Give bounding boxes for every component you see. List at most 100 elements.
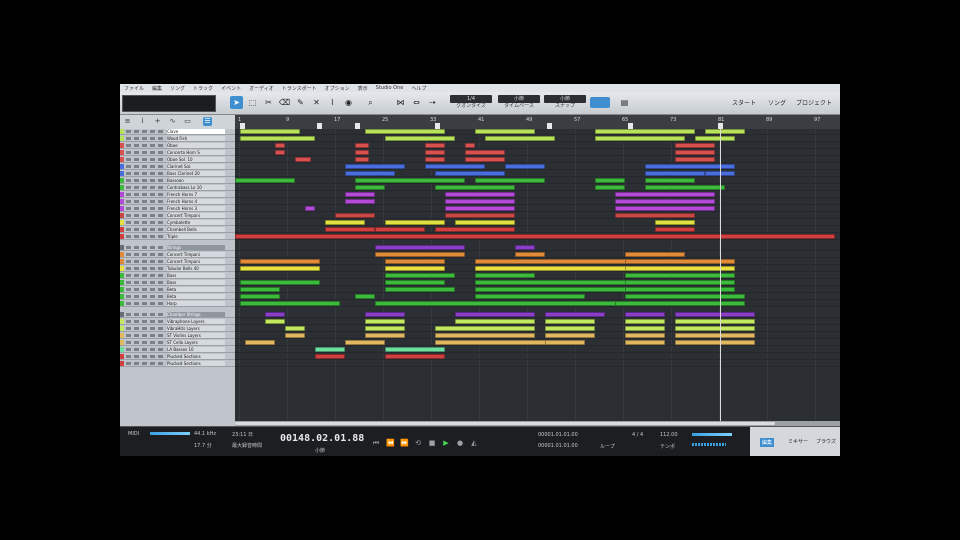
event-clip[interactable] xyxy=(365,312,405,317)
track-lane[interactable] xyxy=(235,192,840,198)
event-clip[interactable] xyxy=(705,129,745,134)
track-buttons[interactable] xyxy=(126,341,166,344)
folder-track[interactable]: Strings xyxy=(120,245,235,251)
event-clip[interactable] xyxy=(625,312,665,317)
event-clip[interactable] xyxy=(455,220,515,225)
edit-view-button[interactable]: 編集 xyxy=(760,438,775,447)
track-buttons[interactable] xyxy=(126,158,166,161)
track-lane[interactable] xyxy=(235,280,840,286)
track-lane[interactable] xyxy=(235,220,840,226)
track-buttons[interactable] xyxy=(126,362,166,365)
menu-item[interactable]: イベント xyxy=(221,85,241,92)
track-lane[interactable] xyxy=(235,287,840,293)
event-clip[interactable] xyxy=(465,157,505,162)
event-clip[interactable] xyxy=(625,280,735,285)
event-clip[interactable] xyxy=(475,178,545,183)
event-clip[interactable] xyxy=(625,340,665,345)
event-clip[interactable] xyxy=(595,185,625,190)
menu-item[interactable]: ヘルプ xyxy=(411,85,426,92)
start-button[interactable]: スタート xyxy=(732,98,756,107)
event-clip[interactable] xyxy=(515,252,545,257)
bend-tool-icon[interactable]: ⌇ xyxy=(326,96,339,109)
track-buttons[interactable] xyxy=(126,193,166,196)
event-clip[interactable] xyxy=(385,273,455,278)
menu-item[interactable]: オーディオ xyxy=(249,85,274,92)
track-buttons[interactable] xyxy=(126,214,166,217)
metronome-icon[interactable]: ◭ xyxy=(470,439,478,447)
event-clip[interactable] xyxy=(625,294,745,299)
event-clip[interactable] xyxy=(235,234,835,239)
event-clip[interactable] xyxy=(475,273,535,278)
track-lane[interactable] xyxy=(235,164,840,170)
track-buttons[interactable] xyxy=(126,186,166,189)
event-clip[interactable] xyxy=(325,220,365,225)
split-tool-icon[interactable]: ✂ xyxy=(262,96,275,109)
track-lane[interactable] xyxy=(235,234,840,240)
event-clip[interactable] xyxy=(625,266,735,271)
rewind-start-icon[interactable]: ⏮ xyxy=(372,439,380,447)
track-lane[interactable] xyxy=(235,340,840,346)
time-signature[interactable]: 4 / 4 xyxy=(632,432,643,438)
track-row[interactable]: Vibraphone Layers xyxy=(120,319,235,325)
track-lane[interactable] xyxy=(235,178,840,184)
menu-item[interactable]: オプション xyxy=(325,85,350,92)
track-row[interactable]: Wood Fish xyxy=(120,136,235,142)
track-lane[interactable] xyxy=(235,157,840,163)
track-buttons[interactable] xyxy=(126,355,166,358)
track-buttons[interactable] xyxy=(126,130,166,133)
track-buttons[interactable] xyxy=(126,207,166,210)
track-lane[interactable] xyxy=(235,294,840,300)
edit-view-icon[interactable]: ▤ xyxy=(618,96,631,109)
automation-icon[interactable]: ∿ xyxy=(168,117,177,126)
track-row[interactable]: Plucked Sections xyxy=(120,354,235,360)
track-lane[interactable] xyxy=(235,326,840,332)
event-clip[interactable] xyxy=(615,301,745,306)
event-clip[interactable] xyxy=(675,333,755,338)
tempo-value[interactable]: 112.00 xyxy=(660,432,678,438)
track-row[interactable]: French Horns 3 xyxy=(120,206,235,212)
event-clip[interactable] xyxy=(435,227,515,232)
event-clip[interactable] xyxy=(545,333,595,338)
event-clip[interactable] xyxy=(345,199,375,204)
mute-tool-icon[interactable]: ✕ xyxy=(310,96,323,109)
track-row[interactable]: Concerto Horn S xyxy=(120,150,235,156)
listen-tool-icon[interactable]: ◉ xyxy=(342,96,355,109)
menu-item[interactable]: トラック xyxy=(193,85,213,92)
add-track-icon[interactable]: + xyxy=(153,117,162,126)
track-lane[interactable] xyxy=(235,150,840,156)
menu-item[interactable]: ファイル xyxy=(124,85,144,92)
event-clip[interactable] xyxy=(625,259,735,264)
event-clip[interactable] xyxy=(275,143,285,148)
event-clip[interactable] xyxy=(445,213,515,218)
folder-icon[interactable]: ▭ xyxy=(183,117,192,126)
track-buttons[interactable] xyxy=(126,288,166,291)
event-clip[interactable] xyxy=(240,129,300,134)
event-clip[interactable] xyxy=(240,301,340,306)
mixer-view-button[interactable]: ミキサー xyxy=(788,438,808,445)
track-row[interactable]: Clarinet Sol. xyxy=(120,164,235,170)
event-clip[interactable] xyxy=(625,287,735,292)
loop-start[interactable]: 00001.01.01.00 xyxy=(538,432,578,438)
event-clip[interactable] xyxy=(240,294,280,299)
event-clip[interactable] xyxy=(625,319,665,324)
event-clip[interactable] xyxy=(435,171,505,176)
event-clip[interactable] xyxy=(515,245,535,250)
event-clip[interactable] xyxy=(355,185,385,190)
track-row[interactable]: Oboe Sol. 10 xyxy=(120,157,235,163)
track-buttons[interactable] xyxy=(126,260,166,263)
event-clip[interactable] xyxy=(545,340,585,345)
event-clip[interactable] xyxy=(645,171,705,176)
event-clip[interactable] xyxy=(475,129,535,134)
timebase-group[interactable]: 小節 タイムベース xyxy=(498,95,540,111)
browse-view-button[interactable]: ブラウズ xyxy=(816,438,836,445)
event-clip[interactable] xyxy=(335,213,375,218)
event-clip[interactable] xyxy=(275,150,285,155)
event-clip[interactable] xyxy=(615,213,695,218)
event-clip[interactable] xyxy=(385,259,445,264)
track-row[interactable]: Bass xyxy=(120,273,235,279)
event-clip[interactable] xyxy=(615,192,715,197)
track-lane[interactable] xyxy=(235,347,840,353)
event-clip[interactable] xyxy=(385,280,445,285)
track-row[interactable]: Cymbalette xyxy=(120,220,235,226)
track-buttons[interactable] xyxy=(126,348,166,351)
